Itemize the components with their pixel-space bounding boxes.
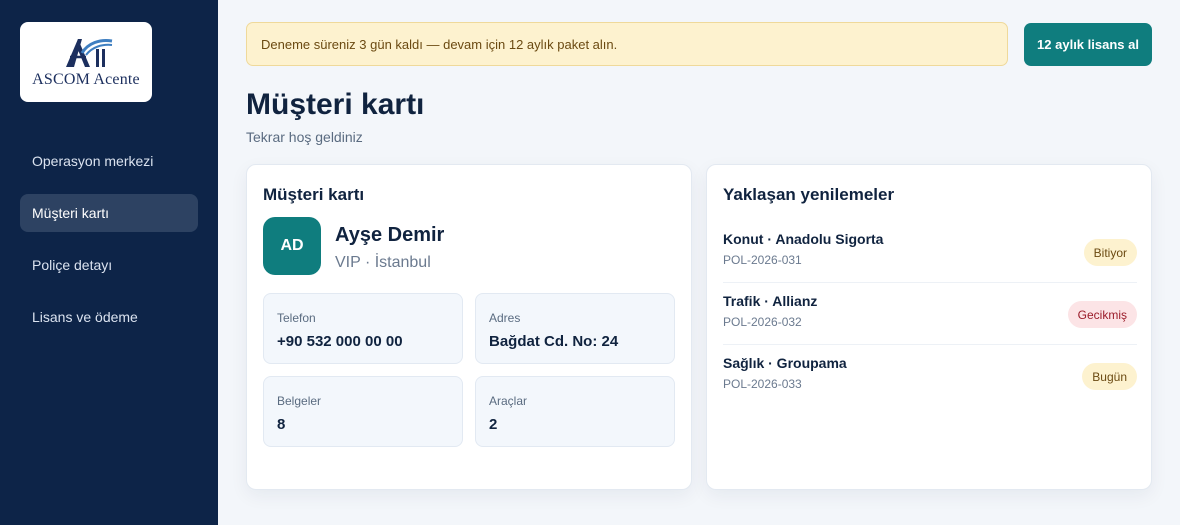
- renewal-title: Trafik · Allianz: [723, 293, 818, 309]
- trial-banner-text: Deneme süreniz 3 gün kaldı — devam için …: [261, 36, 618, 52]
- renewals-title: Yaklaşan yenilemeler: [723, 185, 895, 204]
- policy-code: POL-2026-031: [723, 253, 802, 267]
- renewal-title: Konut · Anadolu Sigorta: [723, 231, 884, 247]
- page-title: Müşteri kartı: [246, 88, 425, 121]
- phone-value: +90 532 000 00 00: [277, 333, 403, 350]
- customer-card: Müşteri kartı AD Ayşe Demir VIP · İstanb…: [246, 164, 692, 490]
- policy-code: POL-2026-032: [723, 315, 802, 329]
- trial-banner: Deneme süreniz 3 gün kaldı — devam için …: [246, 22, 1008, 66]
- sidebar-item-police-detayi[interactable]: Poliçe detayı: [20, 246, 198, 284]
- renewals-list: Konut · Anadolu Sigorta POL-2026-031 Bit…: [723, 221, 1137, 407]
- page-subtitle: Tekrar hoş geldiniz: [246, 129, 363, 145]
- policy-code: POL-2026-033: [723, 377, 802, 391]
- status-badge: Bugün: [1082, 363, 1137, 390]
- vehicles-value: 2: [489, 416, 498, 433]
- sidebar: ASCOM Acente Operasyon merkezi Müşteri k…: [0, 0, 218, 525]
- buy-license-button[interactable]: 12 aylık lisans al: [1024, 23, 1152, 66]
- list-item[interactable]: Trafik · Allianz POL-2026-032 Gecikmiş: [723, 283, 1137, 345]
- brand-name: ASCOM Acente: [32, 71, 140, 88]
- customer-meta: VIP · İstanbul: [335, 254, 431, 271]
- address-value: Bağdat Cd. No: 24: [489, 333, 619, 350]
- list-item[interactable]: Konut · Anadolu Sigorta POL-2026-031 Bit…: [723, 221, 1137, 283]
- status-badge: Bitiyor: [1083, 239, 1137, 266]
- customer-card-title: Müşteri kartı: [263, 185, 365, 204]
- documents-label: Belgeler: [277, 394, 322, 408]
- sidebar-item-lisans-ve-odeme[interactable]: Lisans ve ödeme: [20, 298, 198, 336]
- status-badge: Gecikmiş: [1067, 301, 1137, 328]
- brand-logo[interactable]: ASCOM Acente: [20, 22, 152, 102]
- vehicles-info: Araçlar 2: [475, 376, 675, 447]
- address-label: Adres: [489, 311, 521, 325]
- sidebar-item-musteri-karti[interactable]: Müşteri kartı: [20, 194, 198, 232]
- vehicles-label: Araçlar: [489, 394, 528, 408]
- documents-info: Belgeler 8: [263, 376, 463, 447]
- documents-value: 8: [277, 416, 286, 433]
- sidebar-item-operasyon-merkezi[interactable]: Operasyon merkezi: [20, 142, 198, 180]
- customer-name: Ayşe Demir: [335, 224, 445, 246]
- list-item[interactable]: Sağlık · Groupama POL-2026-033 Bugün: [723, 345, 1137, 407]
- avatar: AD: [263, 217, 321, 275]
- address-info: Adres Bağdat Cd. No: 24: [475, 293, 675, 364]
- phone-info: Telefon +90 532 000 00 00: [263, 293, 463, 364]
- renewals-card: Yaklaşan yenilemeler Konut · Anadolu Sig…: [706, 164, 1152, 490]
- ascom-logo-icon: [66, 39, 113, 67]
- sidebar-nav: Operasyon merkezi Müşteri kartı Poliçe d…: [20, 142, 198, 350]
- phone-label: Telefon: [277, 311, 316, 325]
- renewal-title: Sağlık · Groupama: [723, 355, 847, 371]
